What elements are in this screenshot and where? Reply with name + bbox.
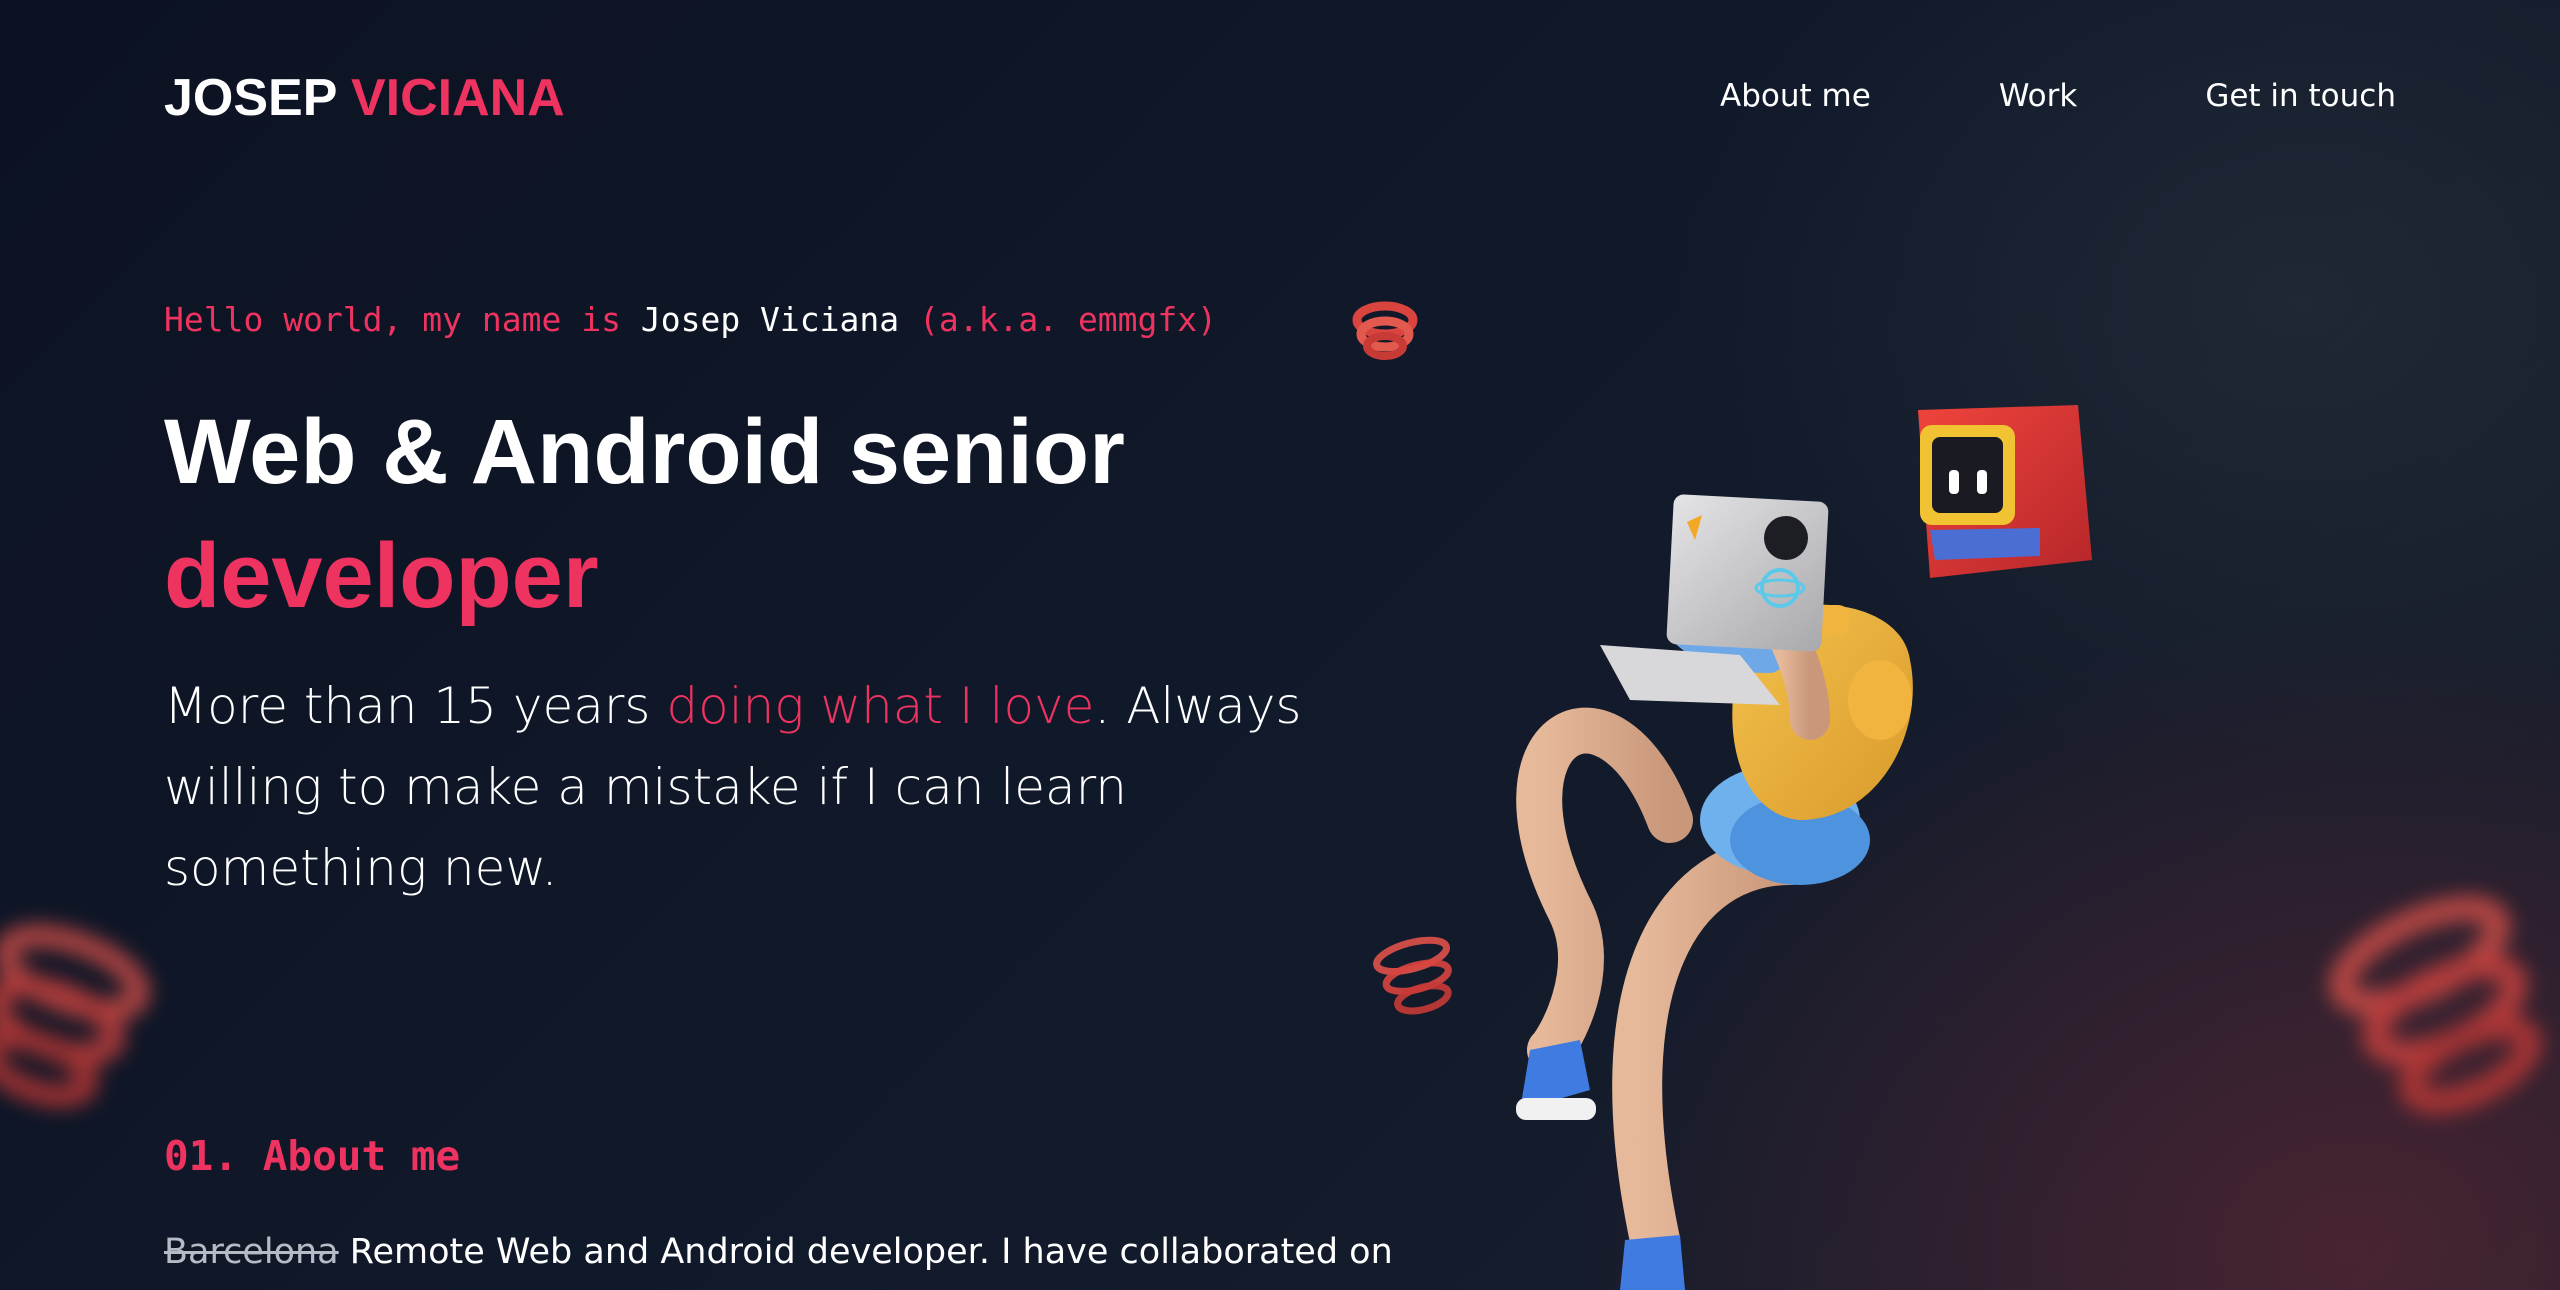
nav-link-work[interactable]: Work — [1999, 78, 2078, 114]
nav-link-about-me[interactable]: About me — [1720, 78, 1871, 114]
intro-accent: doing what I love — [666, 677, 1095, 735]
spiral-icon — [2330, 896, 2542, 1114]
spiral-icon — [0, 925, 150, 1107]
greeting-name: Josep Viciana — [640, 300, 900, 339]
hero-headline: Web & Android senior developer — [164, 390, 1125, 638]
github-icon — [1764, 516, 1808, 560]
spiral-icon — [1352, 301, 1418, 360]
nav-link-get-in-touch[interactable]: Get in touch — [2205, 78, 2396, 114]
headline-line2: developer — [164, 525, 599, 627]
site-header: JOSEP VICIANA About me Work Get in touch — [0, 0, 2560, 200]
site-logo[interactable]: JOSEP VICIANA — [164, 68, 565, 128]
logo-first-name: JOSEP — [164, 69, 337, 127]
hero-intro: More than 15 years doing what I love. Al… — [164, 666, 1304, 909]
about-struck-word: Barcelona — [164, 1232, 339, 1272]
about-text: Barcelona Remote Web and Android develop… — [164, 1232, 1393, 1272]
developer-character-illustration — [1516, 405, 2092, 1290]
hero-greeting: Hello world, my name is Josep Viciana (a… — [164, 300, 1217, 339]
greeting-aka: (a.k.a. emmgfx) — [919, 300, 1218, 339]
about-description: Remote Web and Android developer. I have… — [349, 1232, 1393, 1272]
spiral-icon — [1373, 936, 1452, 1015]
section-title-about-me: 01. About me — [164, 1132, 461, 1180]
headline-line1: Web & Android senior — [164, 401, 1125, 503]
greeting-prefix: Hello world, my name is — [164, 300, 621, 339]
intro-start: More than 15 years — [164, 677, 651, 735]
main-nav: About me Work Get in touch — [1592, 78, 2396, 114]
logo-last-name: VICIANA — [350, 69, 565, 127]
